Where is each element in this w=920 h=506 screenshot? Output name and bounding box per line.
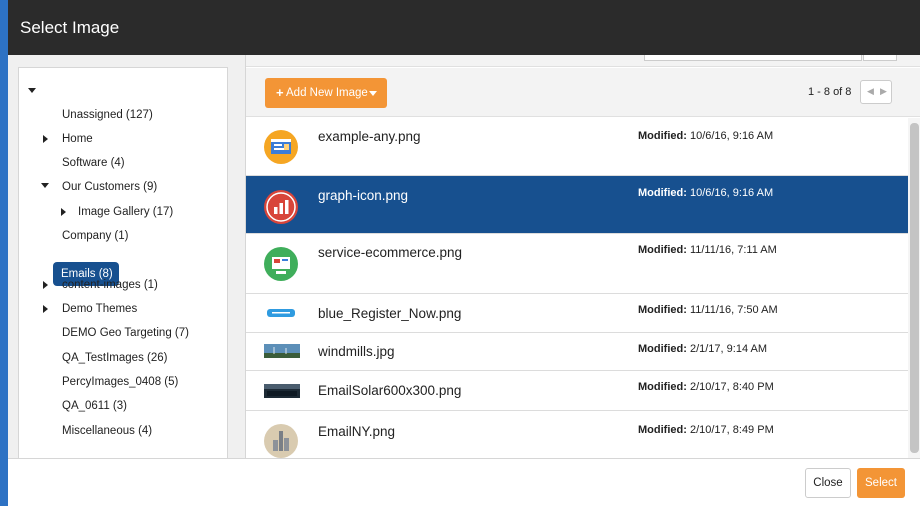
file-name: EmailSolar600x300.png — [318, 383, 462, 398]
file-name: service-ecommerce.png — [318, 245, 463, 260]
search-button[interactable] — [863, 55, 897, 61]
list-item[interactable]: example-any.png Modified: 10/6/16, 9:16 … — [246, 118, 908, 176]
list-item[interactable]: windmills.jpg Modified: 2/1/17, 9:14 AM — [246, 333, 908, 371]
expand-icon[interactable] — [43, 305, 48, 313]
close-button[interactable]: Close — [805, 468, 851, 498]
file-name: windmills.jpg — [318, 344, 395, 359]
dialog-footer: Close Select — [8, 458, 920, 506]
tree-item-qa-0611[interactable]: QA_0611 (3) — [62, 400, 127, 412]
windmills-photo — [264, 344, 300, 358]
dialog-body: Unassigned (127) Home Software (4) Our C… — [8, 55, 920, 458]
file-name: example-any.png — [318, 129, 421, 144]
file-name: EmailNY.png — [318, 424, 396, 439]
pagination-text: 1 - 8 of 8 — [808, 86, 852, 98]
window-edge — [0, 0, 8, 506]
expand-icon[interactable] — [61, 208, 66, 216]
scrollbar-thumb[interactable] — [910, 123, 919, 453]
add-new-image-label: Add New Image — [286, 87, 368, 99]
list-item-selected[interactable]: graph-icon.png Modified: 10/6/16, 9:16 A… — [246, 176, 908, 234]
file-name: graph-icon.png — [318, 188, 409, 203]
expand-icon[interactable] — [43, 135, 48, 143]
list-item[interactable]: blue_Register_Now.png Modified: 11/11/16… — [246, 294, 908, 333]
tree-item-miscellaneous[interactable]: Miscellaneous (4) — [62, 425, 152, 437]
file-modified: Modified: 2/1/17, 9:14 AM — [638, 343, 768, 355]
dialog-header: Select Image — [8, 0, 920, 55]
list-item[interactable]: EmailNY.png Modified: 2/10/17, 8:49 PM — [246, 411, 908, 458]
file-modified: Modified: 11/11/16, 7:11 AM — [638, 244, 777, 256]
file-modified: Modified: 11/11/16, 7:50 AM — [638, 304, 778, 316]
tree-item-percyimages[interactable]: PercyImages_0408 (5) — [62, 376, 178, 388]
search-input[interactable] — [644, 55, 862, 61]
dialog-title: Select Image — [20, 18, 120, 37]
tree-item-company[interactable]: Company (1) — [62, 230, 128, 242]
image-list: example-any.png Modified: 10/6/16, 9:16 … — [246, 118, 908, 458]
tree-item-our-customers[interactable]: Our Customers (9) — [62, 181, 157, 193]
tree-item-qa-testimages[interactable]: QA_TestImages (26) — [62, 352, 167, 364]
collapse-icon[interactable] — [41, 183, 49, 188]
expand-icon[interactable] — [43, 281, 48, 289]
select-image-dialog: Select Image Unassigned (127) Home Softw… — [0, 0, 920, 506]
browser-icon — [264, 130, 298, 164]
add-new-image-button[interactable]: + Add New Image — [265, 78, 387, 108]
tree-root-toggle-icon[interactable] — [28, 88, 36, 93]
ecommerce-icon — [264, 247, 298, 281]
tree-item-image-gallery[interactable]: Image Gallery (17) — [78, 206, 173, 218]
register-banner — [267, 309, 295, 317]
list-item[interactable]: EmailSolar600x300.png Modified: 2/10/17,… — [246, 371, 908, 411]
next-page-button[interactable]: ▶ — [880, 86, 887, 97]
select-button[interactable]: Select — [857, 468, 905, 498]
chevron-down-icon — [369, 91, 377, 96]
graph-icon — [264, 190, 298, 224]
folder-tree: Unassigned (127) Home Software (4) Our C… — [18, 67, 228, 458]
tree-item-demo-themes[interactable]: Demo Themes — [62, 303, 137, 315]
list-item[interactable]: service-ecommerce.png Modified: 11/11/16… — [246, 234, 908, 294]
solar-photo — [264, 384, 300, 398]
pagination-buttons: ◀ ▶ — [860, 80, 892, 104]
plus-icon: + — [276, 85, 284, 100]
file-modified: Modified: 2/10/17, 8:40 PM — [638, 381, 774, 393]
image-browser: + Add New Image 1 - 8 of 8 ◀ ▶ example-a… — [245, 55, 920, 458]
search-bar-area — [246, 55, 920, 67]
file-modified: Modified: 10/6/16, 9:16 AM — [638, 130, 774, 142]
prev-page-button[interactable]: ◀ — [867, 86, 874, 97]
file-modified: Modified: 10/6/16, 9:16 AM — [638, 187, 774, 199]
file-modified: Modified: 2/10/17, 8:49 PM — [638, 424, 774, 436]
tree-item-unassigned[interactable]: Unassigned (127) — [62, 109, 153, 121]
file-name: blue_Register_Now.png — [318, 306, 462, 321]
toolbar: + Add New Image 1 - 8 of 8 ◀ ▶ — [246, 68, 920, 117]
tree-item-home[interactable]: Home — [62, 133, 93, 145]
ny-photo — [264, 424, 298, 458]
tree-item-content-images[interactable]: content-images (1) — [62, 279, 158, 291]
tree-item-software[interactable]: Software (4) — [62, 157, 125, 169]
tree-item-demo-geo-targeting[interactable]: DEMO Geo Targeting (7) — [62, 327, 189, 339]
